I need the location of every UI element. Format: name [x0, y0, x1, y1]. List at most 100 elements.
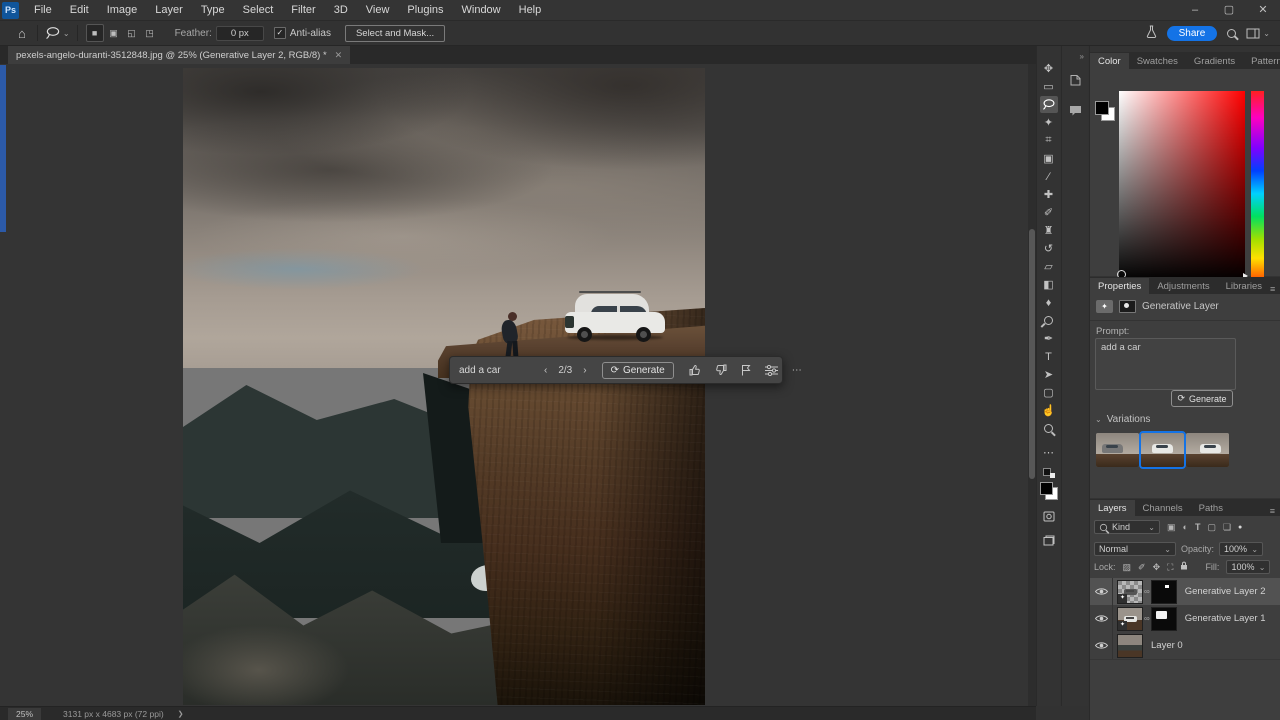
layer-row-layer-0[interactable]: Layer 0	[1090, 632, 1280, 660]
path-selection-tool-icon[interactable]: ➤	[1040, 366, 1058, 383]
menu-plugins[interactable]: Plugins	[398, 0, 452, 20]
lasso-tool-preset-icon[interactable]: ⌄	[45, 26, 70, 40]
select-and-mask-button[interactable]: Select and Mask...	[344, 24, 446, 42]
workspace-switcher-icon[interactable]: ⌄	[1246, 28, 1270, 39]
generate-button[interactable]: ⟳ Generate	[601, 361, 674, 379]
thumbs-down-icon[interactable]	[708, 364, 734, 376]
mask-link-icon[interactable]: ∞	[1144, 614, 1150, 623]
menu-window[interactable]: Window	[453, 0, 510, 20]
shape-tool-icon[interactable]: ▢	[1040, 384, 1058, 401]
tab-gradients[interactable]: Gradients	[1186, 53, 1243, 69]
variation-thumbnail-3[interactable]	[1186, 433, 1229, 467]
search-icon[interactable]	[1227, 28, 1237, 38]
eyedropper-tool-icon[interactable]: ∕	[1040, 168, 1058, 185]
menu-help[interactable]: Help	[510, 0, 551, 20]
hue-slider[interactable]	[1251, 91, 1264, 281]
menu-layer[interactable]: Layer	[146, 0, 192, 20]
collapse-dock-icon[interactable]: »	[1080, 52, 1084, 61]
tech-preview-flask-icon[interactable]	[1146, 25, 1157, 41]
default-colors-icon[interactable]	[1042, 468, 1055, 478]
canvas-vertical-scrollbar[interactable]	[1028, 64, 1036, 706]
maximize-button[interactable]: ▢	[1212, 0, 1246, 20]
eraser-tool-icon[interactable]: ▱	[1040, 258, 1058, 275]
screen-mode-icon[interactable]	[1040, 532, 1058, 549]
menu-3d[interactable]: 3D	[325, 0, 357, 20]
tab-color[interactable]: Color	[1090, 53, 1129, 69]
variations-header[interactable]: ⌄ Variations	[1095, 414, 1150, 425]
gradient-tool-icon[interactable]: ◧	[1040, 276, 1058, 293]
menu-edit[interactable]: Edit	[61, 0, 98, 20]
close-button[interactable]: ✕	[1246, 0, 1280, 20]
scrollbar-thumb[interactable]	[1029, 229, 1035, 479]
blur-tool-icon[interactable]: ♦	[1040, 294, 1058, 311]
rectangular-marquee-tool-icon[interactable]: ▭	[1040, 78, 1058, 95]
filter-adjustment-layers-icon[interactable]: ◐	[1183, 522, 1188, 532]
generate-button[interactable]: ⟳ Generate	[1171, 390, 1233, 407]
foreground-color-swatch[interactable]	[1095, 101, 1109, 115]
quick-mask-icon[interactable]	[1040, 508, 1058, 525]
antialias-checkbox[interactable]: ✓	[273, 27, 286, 39]
tab-libraries[interactable]: Libraries	[1218, 278, 1270, 294]
crop-tool-icon[interactable]: ⌗	[1040, 132, 1058, 149]
type-tool-icon[interactable]: T	[1040, 348, 1058, 365]
prompt-input[interactable]: add a car	[453, 365, 537, 376]
healing-brush-tool-icon[interactable]: ✚	[1040, 186, 1058, 203]
filter-pixel-layers-icon[interactable]: ▣	[1167, 522, 1176, 533]
foreground-color-swatch[interactable]	[1039, 482, 1053, 495]
feather-input[interactable]: 0 px	[215, 25, 264, 41]
layer-thumbnail[interactable]: ✦	[1117, 579, 1143, 604]
tab-paths[interactable]: Paths	[1191, 500, 1231, 516]
dodge-tool-icon[interactable]	[1040, 312, 1058, 329]
tab-patterns[interactable]: Patterns	[1243, 53, 1280, 69]
mask-link-icon[interactable]: ∞	[1144, 587, 1150, 596]
hand-tool-icon[interactable]: ☝	[1040, 402, 1058, 419]
brush-tool-icon[interactable]: ✐	[1040, 204, 1058, 221]
clone-stamp-tool-icon[interactable]: ♜	[1040, 222, 1058, 239]
layer-thumbnail[interactable]	[1117, 633, 1143, 658]
lock-position-icon[interactable]: ✥	[1153, 562, 1161, 573]
tab-channels[interactable]: Channels	[1135, 500, 1191, 516]
visibility-eye-icon[interactable]	[1090, 578, 1113, 605]
visibility-eye-icon[interactable]	[1090, 605, 1113, 632]
tab-properties[interactable]: Properties	[1090, 278, 1150, 294]
foreground-background-swatches[interactable]	[1039, 482, 1058, 500]
fill-dropdown[interactable]: 100% ⌄	[1226, 560, 1271, 574]
settings-sliders-icon[interactable]	[758, 364, 785, 376]
home-icon[interactable]: ⌂	[14, 26, 30, 41]
filter-type-layers-icon[interactable]: T	[1195, 522, 1201, 532]
document-tab[interactable]: pexels-angelo-duranti-3512848.jpg @ 25% …	[8, 46, 351, 64]
photoshop-logo[interactable]: Ps	[2, 1, 19, 19]
report-flag-icon[interactable]	[734, 364, 758, 376]
opacity-dropdown[interactable]: 100% ⌄	[1219, 542, 1264, 556]
comments-panel-icon[interactable]	[1069, 103, 1082, 121]
add-selection-mode-icon[interactable]: ▣	[106, 25, 122, 41]
blend-mode-dropdown[interactable]: Normal ⌄	[1094, 542, 1176, 556]
variation-thumbnail-1[interactable]	[1096, 433, 1139, 467]
tab-close-icon[interactable]: ✕	[335, 50, 343, 61]
zoom-tool-icon[interactable]	[1040, 420, 1058, 437]
tab-swatches[interactable]: Swatches	[1129, 53, 1186, 69]
previous-variation-icon[interactable]: ‹	[537, 365, 554, 376]
layer-name[interactable]: Layer 0	[1151, 640, 1183, 651]
panel-menu-icon[interactable]: ≡	[1270, 284, 1280, 294]
canvas-document[interactable]	[183, 68, 705, 705]
menu-select[interactable]: Select	[234, 0, 283, 20]
share-button[interactable]: Share	[1166, 25, 1218, 41]
lock-all-icon[interactable]	[1180, 561, 1188, 573]
layer-row-generative-layer-1[interactable]: ✦ ∞ Generative Layer 1	[1090, 605, 1280, 633]
zoom-level-field[interactable]: 25%	[8, 708, 42, 720]
tab-layers[interactable]: Layers	[1090, 500, 1135, 516]
color-panel-swatches[interactable]	[1095, 101, 1115, 121]
filter-toggle-icon[interactable]: ●	[1238, 524, 1242, 531]
next-variation-icon[interactable]: ›	[576, 365, 593, 376]
menu-file[interactable]: File	[25, 0, 61, 20]
layer-mask-thumbnail[interactable]	[1150, 579, 1177, 604]
canvas-pasteboard[interactable]	[0, 64, 1036, 706]
move-tool-icon[interactable]: ✥	[1040, 60, 1058, 77]
edit-toolbar-icon[interactable]: ⋯	[1040, 444, 1058, 461]
learn-panel-icon[interactable]	[1070, 73, 1081, 91]
layer-name[interactable]: Generative Layer 1	[1185, 613, 1266, 624]
prompt-textarea[interactable]: add a car	[1095, 338, 1236, 390]
tab-adjustments[interactable]: Adjustments	[1149, 278, 1217, 294]
subtract-selection-mode-icon[interactable]: ◱	[124, 25, 140, 41]
